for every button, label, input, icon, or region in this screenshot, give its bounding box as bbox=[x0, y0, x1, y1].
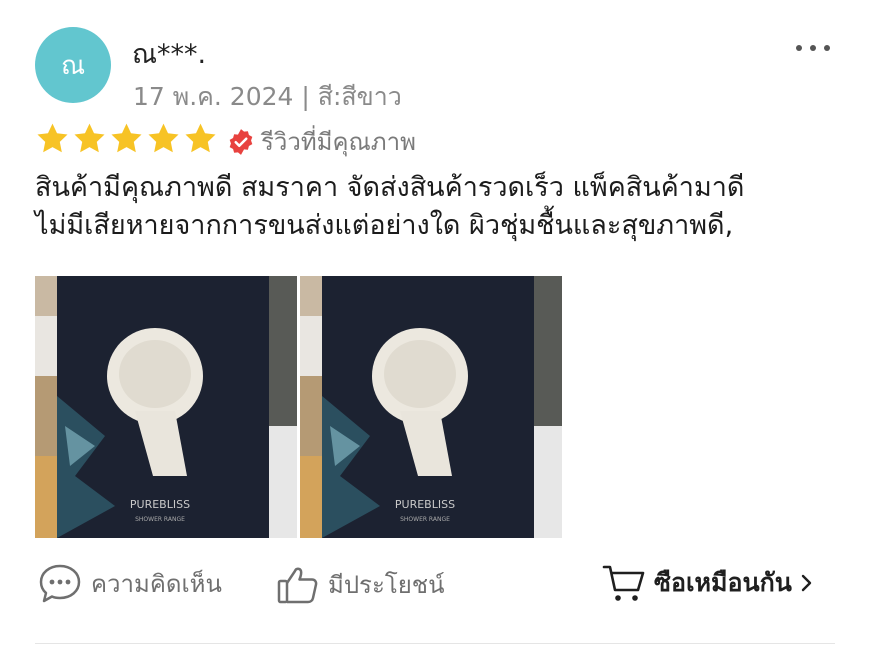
comment-button[interactable]: ความคิดเห็น bbox=[37, 562, 222, 604]
review-photo[interactable]: PUREBLISS SHOWER RANGE bbox=[300, 276, 562, 538]
chevron-right-icon bbox=[801, 574, 812, 592]
helpful-label: มีประโยชน์ bbox=[328, 570, 445, 599]
buy-same-label: ซือเหมือนกัน bbox=[654, 568, 792, 597]
thumbs-up-icon bbox=[277, 567, 318, 604]
box-brand-text: PUREBLISS bbox=[395, 498, 455, 511]
star-icon bbox=[74, 123, 105, 153]
review-date-variant: 17 พ.ค. 2024 | สี:สีขาว bbox=[133, 82, 402, 111]
review-photo[interactable]: PUREBLISS SHOWER RANGE bbox=[35, 276, 297, 538]
review-text: สินค้ามีคุณภาพดี สมราคา จัดส่งสินค้ารวดเ… bbox=[35, 169, 835, 245]
rating-stars bbox=[35, 121, 218, 156]
box-subtitle-text: SHOWER RANGE bbox=[400, 516, 450, 523]
review-text-line: สินค้ามีคุณภาพดี สมราคา จัดส่งสินค้ารวดเ… bbox=[35, 172, 745, 203]
cart-icon bbox=[602, 565, 645, 601]
star-icon bbox=[148, 123, 179, 153]
quality-review-badge: รีวิวที่มีคุณภาพ bbox=[227, 122, 416, 161]
box-subtitle-text: SHOWER RANGE bbox=[135, 516, 185, 523]
avatar[interactable]: ณ bbox=[35, 27, 111, 103]
helpful-button[interactable]: มีประโยชน์ bbox=[276, 562, 444, 606]
quality-review-label: รีวิวที่มีคุณภาพ bbox=[261, 128, 416, 156]
verified-badge-icon bbox=[229, 128, 253, 155]
divider bbox=[35, 643, 835, 644]
star-icon bbox=[185, 123, 216, 153]
more-dots-icon[interactable] bbox=[796, 38, 830, 58]
review-text-line: ไม่มีเสียหายจากการขนส่งแต่อย่างใด ผิวชุ่… bbox=[35, 210, 734, 241]
star-icon bbox=[37, 123, 68, 153]
box-brand-text: PUREBLISS bbox=[130, 498, 190, 511]
comment-label: ความคิดเห็น bbox=[91, 569, 222, 598]
comment-icon bbox=[39, 564, 81, 603]
reviewer-name[interactable]: ณ***. bbox=[132, 32, 206, 75]
star-icon bbox=[111, 123, 142, 153]
avatar-letter: ณ bbox=[60, 50, 86, 81]
buy-same-button[interactable]: ซือเหมือนกัน bbox=[602, 562, 814, 604]
